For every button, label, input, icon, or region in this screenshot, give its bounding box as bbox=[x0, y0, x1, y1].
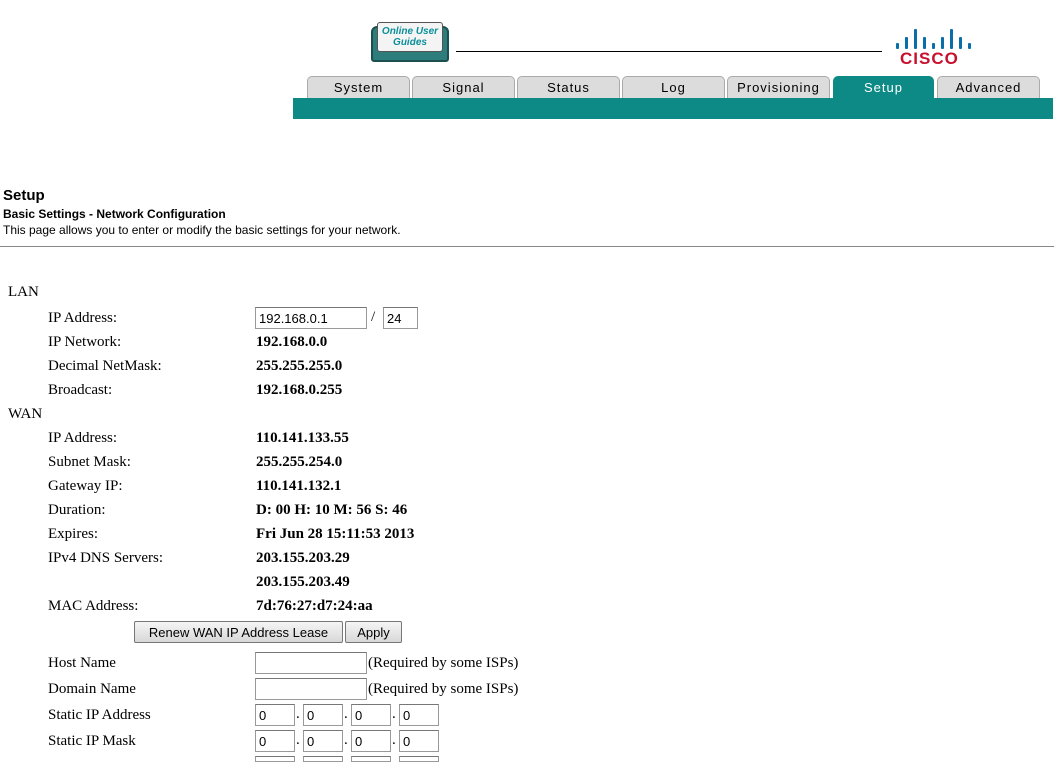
dns-server-1: 203.155.203.29 bbox=[256, 550, 350, 566]
static-ip-address-label: Static IP Address bbox=[48, 707, 151, 723]
domain-name-input[interactable] bbox=[255, 678, 367, 700]
lan-ip-address-label: IP Address: bbox=[48, 310, 118, 326]
dot-separator: . bbox=[392, 732, 396, 748]
wan-section-label: WAN bbox=[8, 406, 43, 422]
mac-address-label: MAC Address: bbox=[48, 598, 139, 614]
static-ip-octet-2[interactable] bbox=[303, 704, 343, 726]
host-name-required-note: (Required by some ISPs) bbox=[368, 655, 519, 671]
next-row-octet-2[interactable] bbox=[303, 756, 343, 762]
tab-setup[interactable]: Setup bbox=[833, 76, 934, 98]
tab-status[interactable]: Status bbox=[517, 76, 620, 98]
static-mask-octet-4[interactable] bbox=[399, 730, 439, 752]
duration-value: D: 00 H: 10 M: 56 S: 46 bbox=[256, 502, 408, 518]
dot-separator: . bbox=[344, 706, 348, 722]
tab-log[interactable]: Log bbox=[622, 76, 725, 98]
host-name-label: Host Name bbox=[48, 655, 116, 671]
broadcast-label: Broadcast: bbox=[48, 382, 113, 398]
next-row-octet-4[interactable] bbox=[399, 756, 439, 762]
prefix-separator: / bbox=[371, 309, 376, 325]
page-description: This page allows you to enter or modify … bbox=[3, 223, 401, 237]
apply-button[interactable]: Apply bbox=[345, 621, 402, 643]
expires-label: Expires: bbox=[48, 526, 98, 542]
tab-provisioning[interactable]: Provisioning bbox=[727, 76, 830, 98]
subnet-mask-label: Subnet Mask: bbox=[48, 454, 131, 470]
static-ip-octet-4[interactable] bbox=[399, 704, 439, 726]
host-name-input[interactable] bbox=[255, 652, 367, 674]
tab-signal[interactable]: Signal bbox=[412, 76, 515, 98]
dot-separator: . bbox=[296, 732, 300, 748]
wan-ip-address-label: IP Address: bbox=[48, 430, 118, 446]
lan-section-label: LAN bbox=[8, 284, 39, 300]
gateway-ip-value: 110.141.132.1 bbox=[256, 478, 342, 494]
online-user-guides-link[interactable]: Online User Guides bbox=[371, 20, 451, 66]
next-row-octet-1[interactable] bbox=[255, 756, 295, 762]
wan-ip-address-value: 110.141.133.55 bbox=[256, 430, 349, 446]
domain-name-required-note: (Required by some ISPs) bbox=[368, 681, 519, 697]
renew-wan-lease-button[interactable]: Renew WAN IP Address Lease bbox=[134, 621, 343, 643]
gateway-ip-label: Gateway IP: bbox=[48, 478, 123, 494]
tab-system[interactable]: System bbox=[307, 76, 410, 98]
duration-label: Duration: bbox=[48, 502, 106, 518]
guides-label: Online User Guides bbox=[381, 26, 439, 48]
dot-separator: . bbox=[392, 706, 396, 722]
dot-separator: . bbox=[296, 706, 300, 722]
expires-value: Fri Jun 28 15:11:53 2013 bbox=[256, 526, 415, 542]
lan-ip-address-input[interactable] bbox=[255, 307, 367, 329]
dns-servers-label: IPv4 DNS Servers: bbox=[48, 550, 163, 566]
subnet-mask-value: 255.255.254.0 bbox=[256, 454, 343, 470]
static-mask-octet-2[interactable] bbox=[303, 730, 343, 752]
ip-network-value: 192.168.0.0 bbox=[256, 334, 328, 350]
sub-navigation-bar bbox=[293, 98, 1053, 119]
dot-separator: . bbox=[344, 732, 348, 748]
static-ip-octet-1[interactable] bbox=[255, 704, 295, 726]
static-mask-octet-1[interactable] bbox=[255, 730, 295, 752]
page-subtitle: Basic Settings - Network Configuration bbox=[3, 207, 226, 221]
divider bbox=[0, 246, 1054, 247]
static-ip-mask-label: Static IP Mask bbox=[48, 733, 136, 749]
static-ip-octet-3[interactable] bbox=[351, 704, 391, 726]
lan-prefix-input[interactable] bbox=[383, 307, 418, 329]
cisco-logo-icon bbox=[896, 27, 976, 49]
next-row-octet-3[interactable] bbox=[351, 756, 391, 762]
ip-network-label: IP Network: bbox=[48, 334, 122, 350]
dns-server-2: 203.155.203.49 bbox=[256, 574, 350, 590]
static-mask-octet-3[interactable] bbox=[351, 730, 391, 752]
mac-address-value: 7d:76:27:d7:24:aa bbox=[256, 598, 373, 614]
page-title: Setup bbox=[3, 187, 45, 204]
domain-name-label: Domain Name bbox=[48, 681, 136, 697]
cisco-logo-text: CISCO bbox=[900, 49, 959, 68]
broadcast-value: 192.168.0.255 bbox=[256, 382, 343, 398]
header-divider-line bbox=[456, 51, 882, 52]
netmask-value: 255.255.255.0 bbox=[256, 358, 343, 374]
tab-advanced[interactable]: Advanced bbox=[937, 76, 1040, 98]
netmask-label: Decimal NetMask: bbox=[48, 358, 162, 374]
